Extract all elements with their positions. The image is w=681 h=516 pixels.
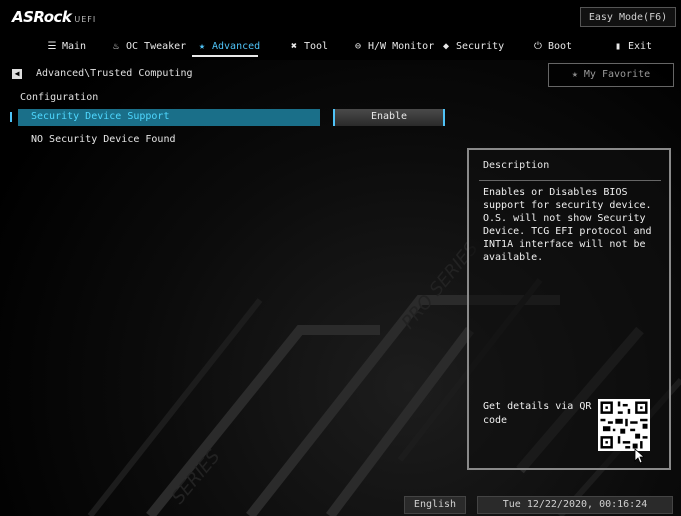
tab-label: Security	[456, 40, 505, 52]
description-title: Description	[483, 160, 550, 171]
tab-boot[interactable]: ⏻ Boot	[532, 38, 572, 54]
back-arrow-icon[interactable]: ◀	[12, 68, 22, 79]
qr-caption: Get details via QR code	[483, 401, 592, 426]
exit-icon: ▮	[614, 40, 622, 52]
tab-label: Main	[62, 40, 87, 52]
tab-main[interactable]: ☰ Main	[46, 38, 87, 54]
flame-icon: ♨	[112, 40, 120, 52]
selection-marker	[10, 112, 12, 122]
active-tab-underline	[192, 55, 258, 57]
logo-text: ASRock	[12, 8, 72, 26]
tab-label: Tool	[304, 40, 329, 52]
my-favorite-button[interactable]: ★ My Favorite	[548, 63, 674, 87]
tab-label: H/W Monitor	[368, 40, 435, 52]
tab-tool[interactable]: ✖ Tool	[288, 38, 328, 54]
star-icon: ★	[571, 69, 578, 80]
language-button[interactable]: English	[404, 496, 466, 514]
logo-suffix: UEFI	[74, 15, 97, 24]
asrock-logo: ASRock UEFI	[12, 8, 96, 26]
tab-label: Boot	[548, 40, 573, 52]
description-text: Enables or Disables BIOS support for sec…	[483, 187, 652, 263]
power-icon: ⏻	[534, 40, 542, 52]
divider	[479, 180, 661, 181]
shield-icon: ◆	[442, 40, 450, 52]
tab-label: OC Tweaker	[126, 40, 187, 52]
tab-hw-monitor[interactable]: ⊖ H/W Monitor	[352, 38, 434, 54]
favorite-label: My Favorite	[583, 69, 651, 80]
setting-label[interactable]: Security Device Support	[31, 111, 169, 122]
star-icon: ★	[198, 40, 206, 52]
breadcrumb-text: Advanced\Trusted Computing	[36, 68, 193, 79]
tab-label: Exit	[628, 40, 653, 52]
tab-label: Advanced	[212, 40, 261, 52]
mouse-cursor-icon	[634, 448, 644, 464]
section-title: Configuration	[20, 92, 99, 103]
tools-icon: ✖	[290, 40, 298, 52]
tab-advanced[interactable]: ★ Advanced	[196, 38, 260, 54]
datetime-display: Tue 12/22/2020, 00:16:24	[477, 496, 673, 514]
menu-icon: ☰	[47, 40, 57, 52]
tab-exit[interactable]: ▮ Exit	[612, 38, 652, 54]
breadcrumb: ◀ Advanced\Trusted Computing	[12, 68, 193, 79]
status-text: NO Security Device Found	[31, 134, 176, 145]
description-panel: Description Enables or Disables BIOS sup…	[467, 148, 671, 470]
bios-screen: PRO SERIES SERIES ASRock UEFI Easy Mode(F…	[0, 0, 681, 516]
tab-security[interactable]: ◆ Security	[440, 38, 504, 54]
setting-value-dropdown[interactable]: Enable	[333, 109, 445, 126]
top-bar	[0, 0, 681, 60]
tab-oc-tweaker[interactable]: ♨ OC Tweaker	[110, 38, 186, 54]
qr-code-icon	[598, 399, 650, 451]
monitor-icon: ⊖	[354, 40, 362, 52]
easy-mode-button[interactable]: Easy Mode(F6)	[580, 7, 676, 27]
